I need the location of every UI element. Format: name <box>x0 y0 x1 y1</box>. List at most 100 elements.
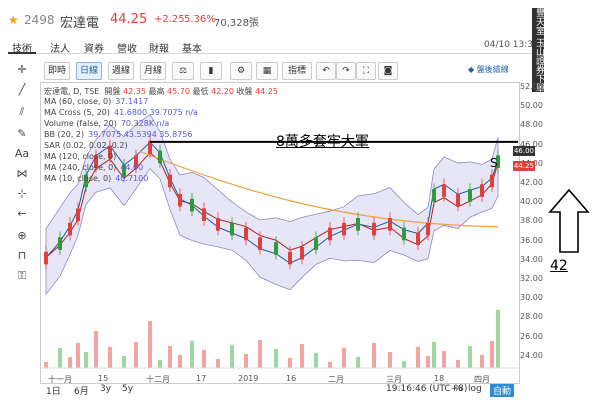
log-scale-toggle[interactable]: log <box>468 384 482 394</box>
back-arrow-icon[interactable]: ← <box>14 206 30 222</box>
y-tick-label: 24.00 <box>520 350 543 360</box>
magnet-icon[interactable]: ⊓ <box>14 248 30 264</box>
candle-body <box>178 193 182 207</box>
candle-body <box>244 227 248 241</box>
volume-bar <box>122 356 126 368</box>
candle-body <box>426 222 430 236</box>
volume-bar <box>244 354 248 368</box>
candle-body <box>76 208 80 221</box>
candle-body <box>342 222 346 236</box>
volume-bar <box>168 346 172 368</box>
auto-scale-toggle[interactable]: 自動 <box>490 384 515 397</box>
x-tick-label: 16 <box>286 374 297 383</box>
volume-bar <box>288 358 292 368</box>
candle-body <box>230 222 234 236</box>
pen-icon[interactable]: ✎ <box>14 126 30 142</box>
interval-weekly-button[interactable]: 週線 <box>108 62 134 80</box>
last-price-tag: 44.25 <box>513 161 535 171</box>
candle-body <box>468 189 472 202</box>
percent-scale-toggle[interactable]: % <box>454 384 463 394</box>
legend-line: MA (60, close, 0) 37.1417 <box>44 97 149 106</box>
candle-body <box>490 174 494 188</box>
broker-banner[interactable]: 豐天室 玉山證券下單 <box>532 8 544 92</box>
legend-line: MA (120, close, 0) <box>44 152 117 161</box>
legend-line: Volume (false, 20) 70.328K n/a <box>44 119 170 128</box>
line-tool-icon[interactable]: ╱ <box>14 82 30 98</box>
gear-icon[interactable]: ⚙ <box>230 62 252 80</box>
x-tick-label: 15 <box>98 374 109 383</box>
tab-divider <box>8 53 538 54</box>
volume-bar <box>388 352 392 368</box>
candle-body <box>168 174 172 188</box>
volume-bar <box>432 342 436 368</box>
interval-daily-button[interactable]: 日線 <box>76 62 102 80</box>
x-tick-label: 二月 <box>328 375 344 384</box>
undo-icon[interactable]: ↶ <box>316 62 336 80</box>
candle-body <box>432 189 436 202</box>
y-tick-label: 48.00 <box>520 120 543 130</box>
interval-monthly-button[interactable]: 月線 <box>140 62 166 80</box>
lock-icon[interactable]: ⚿ <box>14 268 30 284</box>
multi-line-icon[interactable]: ⫽ <box>14 104 30 120</box>
grid-icon[interactable]: ▦ <box>256 62 278 80</box>
candle-body <box>216 218 220 231</box>
volume-bar <box>216 359 220 368</box>
active-tab-indicator <box>8 52 36 54</box>
candle-body <box>190 198 194 212</box>
y-tick-label: 40.00 <box>520 197 543 207</box>
after-hours-draw-link[interactable]: ◆ 盤後繪線 <box>468 64 509 75</box>
legend-line: MA Cross (5, 20) 41.6800 39.7075 n/a <box>44 108 198 117</box>
candle-body <box>416 232 420 246</box>
favorite-star-icon[interactable]: ★ <box>8 13 19 27</box>
candle-body <box>442 184 446 197</box>
volume-bar <box>496 310 500 368</box>
quote-datetime: 04/10 13:30 <box>484 40 539 50</box>
volume-bar <box>314 353 318 368</box>
range-1d-button[interactable]: 1日 <box>46 384 61 397</box>
candle-body <box>300 246 304 260</box>
range-5y-button[interactable]: 5y <box>122 384 133 394</box>
price-change-pct: 5.36% <box>184 14 216 25</box>
crosshair-icon[interactable]: ✛ <box>14 62 30 78</box>
volume-bar <box>202 350 206 368</box>
scale-icon[interactable]: ⚖ <box>172 62 194 80</box>
volume-bar <box>84 352 88 368</box>
range-6m-button[interactable]: 6月 <box>74 384 89 397</box>
y-tick-label: 42.00 <box>520 178 543 187</box>
volume-bar <box>480 355 484 368</box>
legend-line: BB (20, 2) 39.7075 43.5394 35.8756 <box>44 130 193 139</box>
y-tick-label: 30.00 <box>520 293 543 303</box>
volume-bar <box>442 351 446 368</box>
text-tool-icon[interactable]: Aa <box>14 146 30 162</box>
range-3y-button[interactable]: 3y <box>100 384 111 394</box>
volume-bar <box>258 340 262 368</box>
volume-bar <box>58 348 62 368</box>
interval-realtime-button[interactable]: 即時 <box>44 62 70 80</box>
stock-code: 2498 <box>24 13 55 27</box>
candle-body <box>58 237 62 250</box>
redo-icon[interactable]: ↷ <box>336 62 356 80</box>
trade-volume: 70,328張 <box>214 18 259 29</box>
candle-body <box>288 251 292 265</box>
y-tick-label: 36.00 <box>520 235 543 245</box>
volume-bar <box>356 357 360 368</box>
candle-body <box>314 237 318 250</box>
x-tick-label: 18 <box>434 374 445 383</box>
volume-bar <box>134 342 138 368</box>
fullscreen-icon[interactable]: ⛶ <box>356 62 376 80</box>
indicator-button[interactable]: 指標 <box>282 62 312 80</box>
candle-body <box>274 242 278 255</box>
candle-body <box>158 150 162 164</box>
horizontal-line-tag: 46.00 <box>513 146 535 156</box>
camera-icon[interactable]: ◙ <box>378 62 398 80</box>
y-tick-label: 38.00 <box>520 216 543 226</box>
volume-bar <box>402 361 406 368</box>
target-price-annotation: 42 <box>550 258 568 274</box>
candle-body <box>402 227 406 241</box>
zoom-icon[interactable]: ⊕ <box>14 228 30 244</box>
measure-icon[interactable]: ⊹ <box>14 186 30 202</box>
volume-bar <box>68 357 72 368</box>
sar-s-label: S <box>490 156 498 170</box>
candle-icon[interactable]: ▮ <box>200 62 222 80</box>
pattern-icon[interactable]: ⋈ <box>14 166 30 182</box>
